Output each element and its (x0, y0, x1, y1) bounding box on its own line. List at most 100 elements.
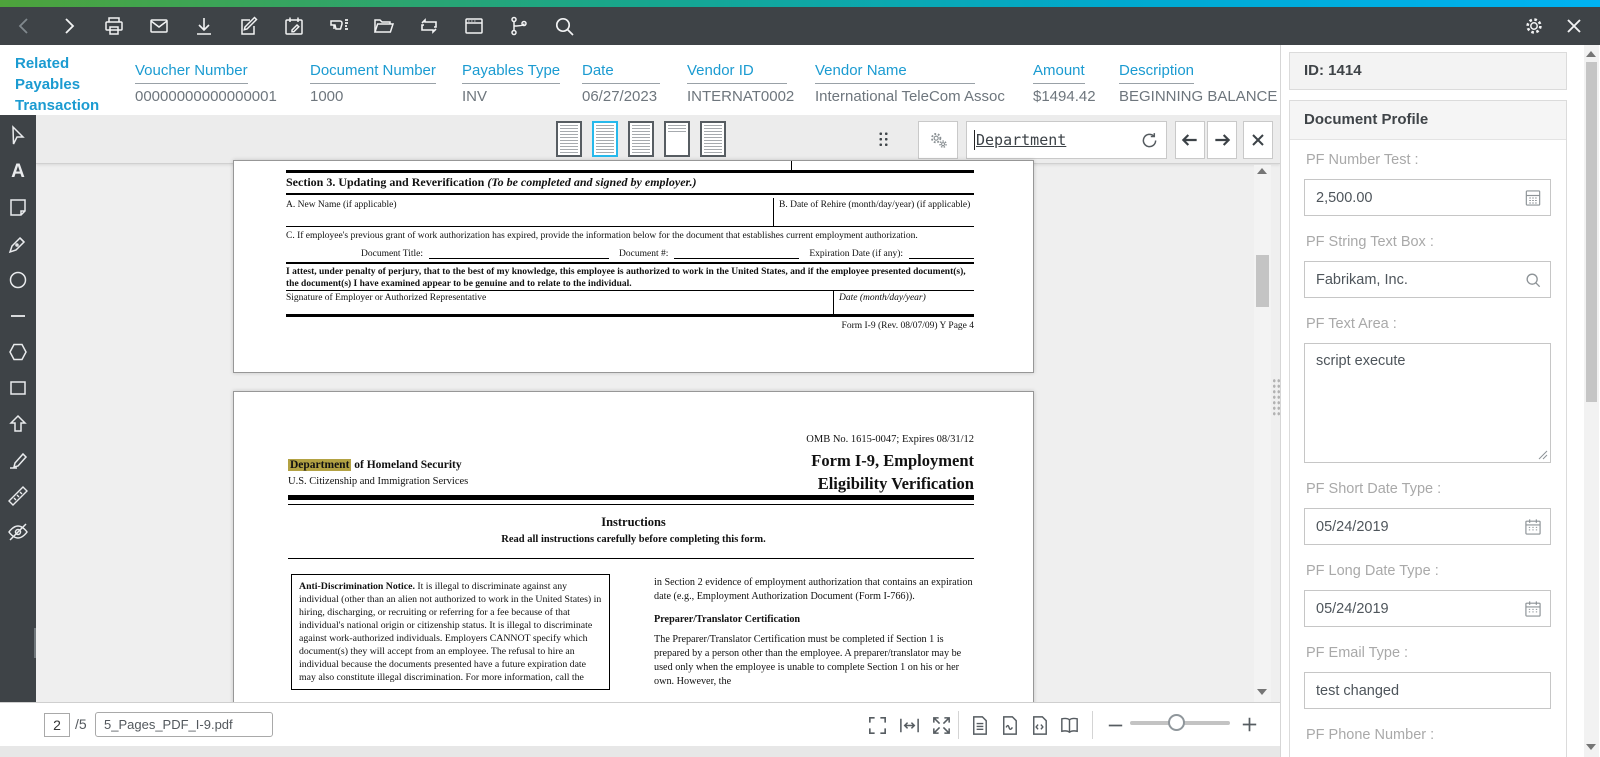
pdf-view-icon[interactable] (998, 714, 1021, 737)
search-icon[interactable] (1523, 270, 1543, 290)
fit-width-icon[interactable] (898, 714, 921, 737)
search-options-button[interactable] (918, 121, 958, 159)
field-value: International TeleCom Assoc (815, 88, 1005, 105)
book-view-icon[interactable] (1058, 714, 1081, 737)
search-input[interactable]: Department (966, 121, 1167, 159)
settings-gear-icon[interactable] (1522, 14, 1546, 38)
pen-tool-icon[interactable] (6, 232, 30, 256)
forward-icon[interactable] (57, 14, 81, 38)
form-rule (286, 170, 974, 173)
hide-annotations-icon[interactable] (6, 520, 30, 544)
download-icon[interactable] (192, 14, 216, 38)
arrow-up-tool-icon[interactable] (6, 412, 30, 436)
resize-handle-icon[interactable] (1538, 450, 1548, 460)
section-title[interactable]: Document Profile (1290, 101, 1566, 140)
polygon-tool-icon[interactable] (6, 340, 30, 364)
page-number-input[interactable] (44, 713, 70, 737)
zoom-in-icon[interactable] (1238, 713, 1261, 736)
page-thumbnail-2-selected[interactable] (592, 121, 618, 157)
calendar-icon[interactable] (1523, 599, 1543, 619)
field-value: $1494.42 (1033, 88, 1096, 105)
page-thumbnail-4[interactable] (664, 121, 690, 157)
scan-icon[interactable] (327, 14, 351, 38)
edit-document-icon[interactable] (237, 14, 261, 38)
close-search-button[interactable] (1243, 121, 1273, 159)
rotate-icon[interactable] (417, 14, 441, 38)
calendar-edit-icon[interactable] (282, 14, 306, 38)
field-amount: Amount $1494.42 (1033, 62, 1096, 105)
pdf-page-1[interactable]: Section 3. Updating and Reverification (… (233, 160, 1034, 373)
pf-long-date-input[interactable] (1305, 591, 1550, 626)
fullscreen-icon[interactable] (866, 714, 889, 737)
pf-text-area-field: script execute (1304, 343, 1551, 463)
zoom-out-icon[interactable] (1104, 714, 1127, 737)
date-label: Date (month/day/year) (833, 291, 974, 314)
zoom-slider-thumb[interactable] (1168, 714, 1185, 731)
pf-email-type-field (1304, 672, 1551, 709)
document-scrollbar[interactable] (1254, 165, 1271, 702)
document-title-label: Document Title: (361, 249, 423, 259)
filename-input[interactable] (95, 712, 273, 737)
fit-page-icon[interactable] (930, 714, 953, 737)
pf-string-text-box-input[interactable] (1305, 262, 1550, 297)
pf-phone-number-label: PF Phone Number : (1306, 725, 1551, 745)
folder-open-icon[interactable] (372, 14, 396, 38)
text-tool-icon[interactable]: A (6, 160, 30, 184)
note-tool-icon[interactable] (6, 196, 30, 220)
document-viewer: Department Section 3. Updating and Rever… (36, 115, 1280, 702)
search-icon[interactable] (552, 14, 576, 38)
notice-body-text: It is illegal to discriminate against an… (299, 581, 601, 683)
notice-lead-text: Anti-Discrimination Notice. (299, 581, 415, 592)
next-match-button[interactable] (1207, 121, 1237, 159)
ellipse-tool-icon[interactable] (6, 268, 30, 292)
field-date: Date 06/27/2023 (582, 62, 660, 105)
previous-match-button[interactable] (1175, 121, 1205, 159)
pf-email-type-input[interactable] (1305, 673, 1550, 708)
field-description: Description BEGINNING BALANCE (1119, 62, 1277, 105)
email-icon[interactable] (147, 14, 171, 38)
card-view-icon[interactable] (462, 14, 486, 38)
panel-scrollbar-thumb[interactable] (1586, 62, 1597, 402)
calendar-icon[interactable] (1523, 517, 1543, 537)
pointer-tool-icon[interactable] (6, 124, 30, 148)
back-icon[interactable] (12, 14, 36, 38)
profile-fields: PF Number Test : PF String Text Box : PF… (1290, 150, 1566, 745)
calculator-icon[interactable] (1523, 188, 1543, 208)
field-vendor-id: Vendor ID INTERNAT0002 (687, 62, 794, 105)
ruler-tool-icon[interactable] (6, 484, 30, 508)
pf-number-test-input[interactable] (1305, 180, 1550, 215)
related-payables-label[interactable]: Related Payables Transaction (15, 53, 127, 116)
page-thumbnail-5[interactable] (700, 121, 726, 157)
rectangle-tool-icon[interactable] (6, 376, 30, 400)
pf-text-area-input[interactable]: script execute (1305, 344, 1550, 462)
instructions-title: Instructions (234, 515, 1033, 530)
document-scrollbar-thumb[interactable] (1256, 255, 1269, 307)
page-thumbnail-1[interactable] (556, 121, 582, 157)
search-bar-drag-handle[interactable] (878, 131, 889, 148)
panel-scroll-up-arrow[interactable] (1586, 51, 1596, 57)
print-icon[interactable] (102, 14, 126, 38)
workflow-icon[interactable] (507, 14, 531, 38)
pdf-page-2[interactable]: OMB No. 1615-0047; Expires 08/31/12 Form… (233, 391, 1034, 702)
text-view-icon[interactable] (968, 714, 991, 737)
field-label: Date (582, 62, 660, 84)
panel-scroll-down-arrow[interactable] (1586, 744, 1596, 750)
instructions-right-column: in Section 2 evidence of employment auth… (654, 576, 976, 689)
close-icon[interactable] (1562, 14, 1586, 38)
refresh-search-icon[interactable] (1139, 130, 1160, 151)
field-value: INV (462, 88, 560, 105)
field-document-number: Document Number 1000 (310, 62, 436, 105)
pf-long-date-field (1304, 590, 1551, 627)
scroll-down-arrow[interactable] (1257, 689, 1267, 695)
code-view-icon[interactable] (1028, 714, 1051, 737)
field-value: BEGINNING BALANCE (1119, 88, 1277, 105)
field-value: 06/27/2023 (582, 88, 660, 105)
form-document-row: Document Title: Document #: Expiration D… (286, 246, 974, 259)
line-tool-icon[interactable] (6, 304, 30, 328)
scroll-up-arrow[interactable] (1257, 168, 1267, 174)
form-title-line2: Eligibility Verification (811, 472, 974, 495)
pf-short-date-input[interactable] (1305, 509, 1550, 544)
field-value: 1000 (310, 88, 436, 105)
page-thumbnail-3[interactable] (628, 121, 654, 157)
highlighter-tool-icon[interactable] (6, 448, 30, 472)
